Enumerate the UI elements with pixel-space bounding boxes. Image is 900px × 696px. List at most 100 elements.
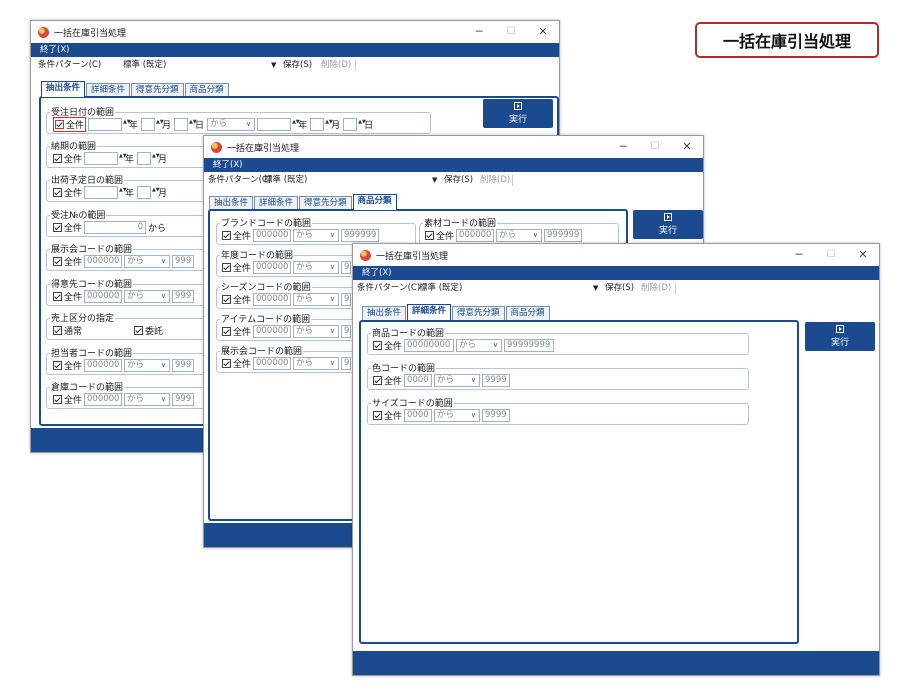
range-select[interactable]: から ∨ bbox=[293, 324, 340, 338]
all-checkbox[interactable] bbox=[55, 119, 64, 129]
range-select[interactable]: から ∨ bbox=[124, 392, 171, 406]
range-select[interactable]: から ∨ bbox=[293, 228, 340, 242]
close-icon[interactable]: ✕ bbox=[847, 244, 879, 266]
spin-icon[interactable]: ▲▼ bbox=[119, 187, 127, 197]
date-day-input[interactable] bbox=[343, 117, 358, 131]
date-day-input[interactable] bbox=[174, 117, 189, 131]
spin-icon[interactable]: ▲▼ bbox=[152, 153, 160, 163]
code-to-input[interactable]: 99999999 bbox=[504, 338, 555, 352]
spin-icon[interactable]: ▲▼ bbox=[292, 119, 300, 129]
all-checkbox[interactable] bbox=[373, 340, 382, 350]
pattern-select[interactable]: 標準 (既定) bbox=[419, 280, 462, 297]
maximize-icon[interactable]: ☐ bbox=[815, 244, 847, 266]
maximize-icon[interactable]: ☐ bbox=[495, 21, 527, 43]
code-from-input[interactable]: 000000 bbox=[253, 356, 292, 370]
consign-checkbox[interactable] bbox=[134, 325, 144, 335]
code-to-input[interactable]: 9999 bbox=[482, 408, 511, 422]
spin-icon[interactable]: ▲▼ bbox=[156, 119, 164, 129]
close-icon[interactable]: ✕ bbox=[527, 21, 559, 43]
range-select[interactable]: から ∨ bbox=[207, 117, 256, 131]
code-from-input[interactable]: 000000 bbox=[253, 292, 292, 306]
tab-customer-class[interactable]: 得意先分類 bbox=[299, 196, 352, 210]
code-from-input[interactable]: 000000 bbox=[84, 254, 123, 268]
date-month-input[interactable] bbox=[137, 185, 152, 199]
range-select[interactable]: から ∨ bbox=[496, 228, 543, 242]
code-from-input[interactable]: 000000 bbox=[253, 260, 292, 274]
code-to-input[interactable]: 999 bbox=[172, 358, 195, 372]
save-button[interactable]: 保存(S) bbox=[283, 57, 312, 74]
close-icon[interactable]: ✕ bbox=[671, 136, 703, 158]
range-select[interactable]: から ∨ bbox=[293, 292, 340, 306]
range-select[interactable]: から ∨ bbox=[456, 338, 503, 352]
tab-extract[interactable]: 抽出条件 bbox=[209, 196, 254, 210]
all-checkbox[interactable] bbox=[373, 410, 382, 420]
execute-button[interactable]: 実行 bbox=[633, 210, 703, 239]
spin-icon[interactable]: ▲▼ bbox=[189, 119, 197, 129]
range-select[interactable]: から ∨ bbox=[124, 289, 171, 303]
code-from-input[interactable]: 00000000 bbox=[404, 338, 455, 352]
code-to-input[interactable]: 9 bbox=[341, 324, 352, 338]
range-select[interactable]: から ∨ bbox=[434, 373, 481, 387]
chevron-down-icon[interactable]: ▼ bbox=[432, 172, 437, 189]
all-checkbox[interactable] bbox=[53, 187, 62, 197]
tab-product-class[interactable]: 商品分類 bbox=[184, 83, 229, 97]
menu-exit[interactable]: 終了(X) bbox=[40, 45, 69, 55]
spin-icon[interactable]: ▲▼ bbox=[325, 119, 333, 129]
delete-button[interactable]: 削除(D) bbox=[321, 57, 351, 74]
code-from-input[interactable]: 000000 bbox=[456, 228, 495, 242]
all-checkbox[interactable] bbox=[425, 230, 434, 240]
all-checkbox[interactable] bbox=[53, 360, 62, 370]
code-to-input[interactable]: 999 bbox=[172, 254, 195, 268]
pattern-select[interactable]: 標準 (既定) bbox=[264, 172, 307, 189]
all-checkbox[interactable] bbox=[373, 375, 382, 385]
date-year-input[interactable] bbox=[257, 117, 292, 131]
code-from-input[interactable]: 0000 bbox=[404, 408, 433, 422]
code-from-input[interactable]: 000000 bbox=[84, 358, 123, 372]
code-from-input[interactable]: 000000 bbox=[253, 324, 292, 338]
spin-icon[interactable]: ▲▼ bbox=[358, 119, 366, 129]
save-button[interactable]: 保存(S) bbox=[444, 172, 473, 189]
all-checkbox[interactable] bbox=[222, 326, 231, 336]
code-to-input[interactable]: 9 bbox=[341, 292, 352, 306]
code-from-input[interactable]: 0000 bbox=[404, 373, 433, 387]
code-to-input[interactable]: 999999 bbox=[341, 228, 380, 242]
code-from-input[interactable]: 000000 bbox=[84, 289, 123, 303]
minimize-icon[interactable]: ─ bbox=[607, 136, 639, 158]
execute-button[interactable]: 実行 bbox=[805, 322, 875, 351]
date-year-input[interactable] bbox=[84, 185, 119, 199]
date-year-input[interactable] bbox=[88, 117, 123, 131]
delete-button[interactable]: 削除(D) bbox=[641, 280, 671, 297]
spin-icon[interactable]: ▲▼ bbox=[119, 153, 127, 163]
pattern-select[interactable]: 標準 (既定) bbox=[123, 57, 166, 74]
date-year-input[interactable] bbox=[84, 151, 119, 165]
minimize-icon[interactable]: ─ bbox=[783, 244, 815, 266]
order-no-from-input[interactable]: 0 bbox=[84, 220, 147, 234]
code-to-input[interactable]: 9 bbox=[341, 260, 352, 274]
execute-button[interactable]: 実行 bbox=[483, 99, 553, 128]
range-select[interactable]: から ∨ bbox=[293, 356, 340, 370]
code-from-input[interactable]: 000000 bbox=[84, 392, 123, 406]
date-month-input[interactable] bbox=[141, 117, 156, 131]
minimize-icon[interactable]: ─ bbox=[463, 21, 495, 43]
maximize-icon[interactable]: ☐ bbox=[639, 136, 671, 158]
all-checkbox[interactable] bbox=[222, 358, 231, 368]
range-select[interactable]: から ∨ bbox=[434, 408, 481, 422]
delete-button[interactable]: 削除(D) bbox=[480, 172, 510, 189]
all-checkbox[interactable] bbox=[53, 291, 62, 301]
code-to-input[interactable]: 9999 bbox=[482, 373, 511, 387]
tab-extract[interactable]: 抽出条件 bbox=[362, 306, 407, 320]
save-button[interactable]: 保存(S) bbox=[605, 280, 634, 297]
all-checkbox[interactable] bbox=[222, 230, 231, 240]
range-select[interactable]: から ∨ bbox=[124, 254, 171, 268]
code-from-input[interactable]: 000000 bbox=[253, 228, 292, 242]
code-to-input[interactable]: 999 bbox=[172, 289, 195, 303]
spin-icon[interactable]: ▲▼ bbox=[123, 119, 131, 129]
code-to-input[interactable]: 999 bbox=[172, 392, 195, 406]
menu-exit[interactable]: 終了(X) bbox=[362, 268, 391, 278]
date-month-input[interactable] bbox=[310, 117, 325, 131]
chevron-down-icon[interactable]: ▼ bbox=[593, 280, 598, 297]
tab-detail[interactable]: 詳細条件 bbox=[254, 196, 299, 210]
all-checkbox[interactable] bbox=[53, 394, 62, 404]
tab-product-class[interactable]: 商品分類 bbox=[505, 306, 550, 320]
all-checkbox[interactable] bbox=[53, 256, 62, 266]
